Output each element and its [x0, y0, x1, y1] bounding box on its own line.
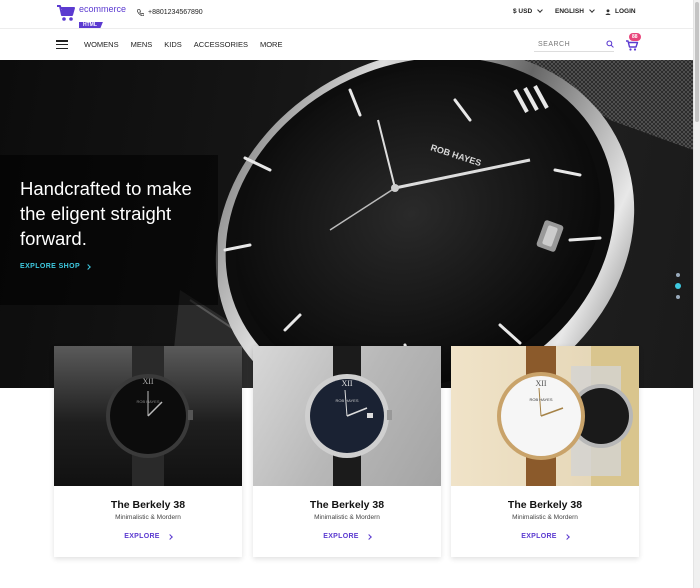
product-explore-button[interactable]: EXPLORE [54, 533, 242, 540]
nav-item-accessories[interactable]: ACCESSORIES [194, 40, 248, 49]
svg-text:XII: XII [341, 379, 352, 388]
card-watch-brand: ROB HAYES [335, 398, 358, 403]
logo[interactable]: ecommerce HTML [56, 4, 126, 30]
product-image: XII ROB HAYES [451, 346, 639, 486]
login-link[interactable]: LOGIN [605, 8, 636, 15]
product-title: The Berkely 38 [309, 499, 385, 511]
hero-banner: ROB HAYES Handcrafted to make the eligen… [0, 60, 693, 388]
product-subtitle: Minimalistic & Mordern [115, 514, 181, 521]
nav-item-womens[interactable]: WOMENS [84, 40, 119, 49]
product-card[interactable]: XII ROB HAYES The Berkely 38 Minimalisti… [253, 346, 441, 557]
phone-number: +8801234567890 [148, 9, 203, 16]
cart-logo-icon [57, 5, 75, 21]
product-subtitle: Minimalistic & Mordern [314, 514, 380, 521]
nav-item-more[interactable]: MORE [260, 40, 283, 49]
currency-label: $ USD [513, 8, 533, 15]
language-selector[interactable]: ENGLISH [555, 7, 595, 15]
phone-icon [137, 9, 144, 16]
explore-label: EXPLORE [124, 533, 160, 540]
scrollbar-thumb[interactable] [695, 2, 699, 122]
search-icon[interactable] [606, 40, 614, 48]
phone-contact[interactable]: +8801234567890 [137, 9, 203, 16]
slide-dot-1[interactable] [676, 273, 680, 277]
explore-label: EXPLORE [323, 533, 359, 540]
chevron-right-icon [365, 533, 372, 540]
slider-pagination [675, 273, 681, 305]
product-card[interactable]: XII ROB HAYES The Berkely 38 Minimalisti… [54, 346, 242, 557]
product-explore-button[interactable]: EXPLORE [253, 533, 441, 540]
language-label: ENGLISH [555, 8, 584, 15]
chevron-right-icon [563, 533, 570, 540]
explore-shop-button[interactable]: EXPLORE SHOP [20, 263, 91, 270]
page-scrollbar[interactable] [693, 0, 700, 588]
chevron-right-icon [166, 533, 173, 540]
category-menu: WOMENS MENS KIDS ACCESSORIES MORE [84, 40, 282, 49]
explore-shop-label: EXPLORE SHOP [20, 263, 81, 270]
top-bar: ecommerce HTML +8801234567890 $ USD ENGL… [0, 0, 693, 30]
product-image: XII ROB HAYES [253, 346, 441, 486]
slide-dot-3[interactable] [676, 295, 680, 299]
nav-item-kids[interactable]: KIDS [164, 40, 182, 49]
product-card[interactable]: XII ROB HAYES The Berkely 38 Minimalisti… [451, 346, 639, 557]
product-title: The Berkely 38 [507, 499, 583, 511]
svg-text:XII: XII [535, 379, 546, 388]
page: ecommerce HTML +8801234567890 $ USD ENGL… [0, 0, 693, 588]
product-image: XII ROB HAYES [54, 346, 242, 486]
chevron-down-icon [537, 7, 543, 13]
product-explore-button[interactable]: EXPLORE [451, 533, 639, 540]
search-input[interactable] [534, 40, 594, 48]
nav-item-mens[interactable]: MENS [131, 40, 153, 49]
search-box [534, 37, 614, 52]
watch-image: XII ROB HAYES [497, 346, 639, 486]
watch-image: XII ROB HAYES [106, 346, 193, 486]
main-nav: WOMENS MENS KIDS ACCESSORIES MORE 88 [0, 28, 693, 60]
logo-text: ecommerce [79, 4, 127, 14]
card-watch-brand: ROB HAYES [136, 399, 159, 404]
watch-image: XII ROB HAYES [305, 346, 392, 486]
chevron-down-icon [589, 7, 595, 13]
user-icon [605, 8, 611, 15]
slide-dot-2[interactable] [675, 283, 681, 289]
hamburger-icon[interactable] [56, 40, 68, 50]
hero-title: Handcrafted to make the eligent straight… [20, 178, 192, 249]
svg-text:XII: XII [142, 377, 153, 386]
card-watch-brand: ROB HAYES [529, 397, 552, 402]
chevron-right-icon [85, 263, 91, 270]
product-subtitle: Minimalistic & Mordern [512, 514, 578, 521]
explore-label: EXPLORE [521, 533, 557, 540]
product-title: The Berkely 38 [110, 499, 186, 511]
login-label: LOGIN [615, 8, 636, 15]
currency-selector[interactable]: $ USD [513, 7, 543, 15]
cart-count-badge: 88 [629, 33, 641, 41]
